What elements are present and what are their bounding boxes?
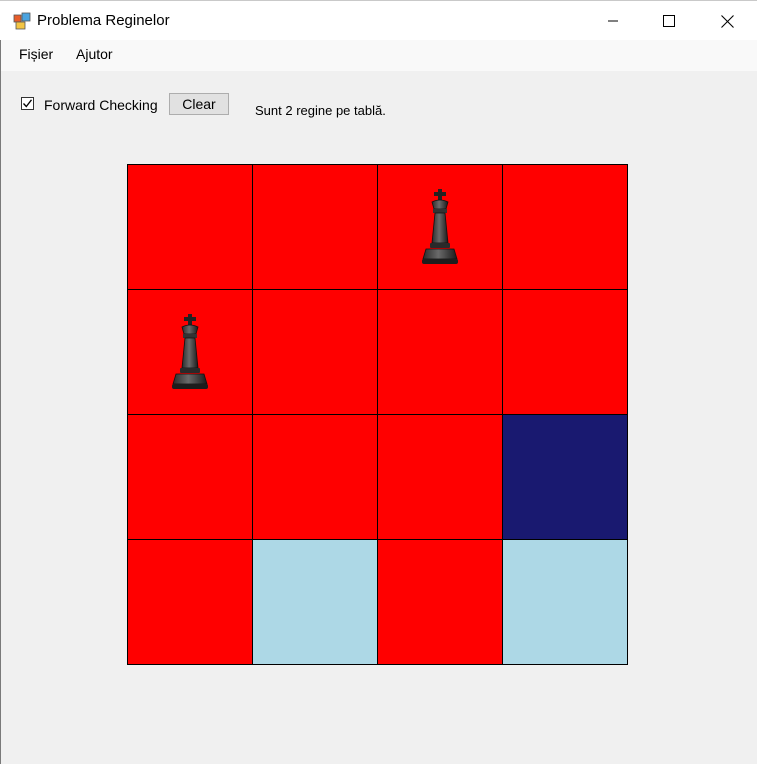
queen-icon: [172, 314, 208, 389]
menu-fisier[interactable]: Fișier: [19, 46, 53, 62]
board-cell[interactable]: [253, 290, 377, 414]
maximize-button[interactable]: [641, 2, 697, 40]
board-cell[interactable]: [378, 415, 502, 539]
app-icon: [13, 12, 31, 30]
status-text: Sunt 2 regine pe tablă.: [255, 103, 386, 118]
board-cell[interactable]: [378, 290, 502, 414]
board-cell[interactable]: [253, 415, 377, 539]
board-cell[interactable]: [128, 165, 252, 289]
forward-checking-checkbox[interactable]: [21, 97, 34, 110]
minimize-button[interactable]: [585, 2, 641, 40]
board-cell[interactable]: [503, 540, 627, 664]
board-cell[interactable]: [128, 540, 252, 664]
board-cell[interactable]: [378, 540, 502, 664]
queen-icon: [422, 189, 458, 264]
close-button[interactable]: [699, 2, 755, 40]
chess-board: [127, 164, 628, 665]
menu-ajutor[interactable]: Ajutor: [76, 46, 113, 62]
board-cell[interactable]: [503, 165, 627, 289]
window-border: [0, 40, 1, 764]
board-cell[interactable]: [253, 540, 377, 664]
window-title: Problema Reginelor: [37, 12, 170, 29]
close-icon: [720, 14, 734, 28]
title-bar: Problema Reginelor: [0, 0, 757, 40]
menu-bar: Fișier Ajutor: [0, 40, 757, 71]
board-cell[interactable]: [503, 415, 627, 539]
board-cell[interactable]: [503, 290, 627, 414]
minimize-icon: [608, 20, 618, 22]
board-cell[interactable]: [128, 415, 252, 539]
board-cell[interactable]: [378, 165, 502, 289]
clear-button[interactable]: Clear: [169, 93, 229, 115]
maximize-icon: [663, 15, 675, 27]
forward-checking-label[interactable]: Forward Checking: [44, 97, 158, 113]
checkmark-icon: [23, 99, 33, 108]
board-cell[interactable]: [128, 290, 252, 414]
board-cell[interactable]: [253, 165, 377, 289]
